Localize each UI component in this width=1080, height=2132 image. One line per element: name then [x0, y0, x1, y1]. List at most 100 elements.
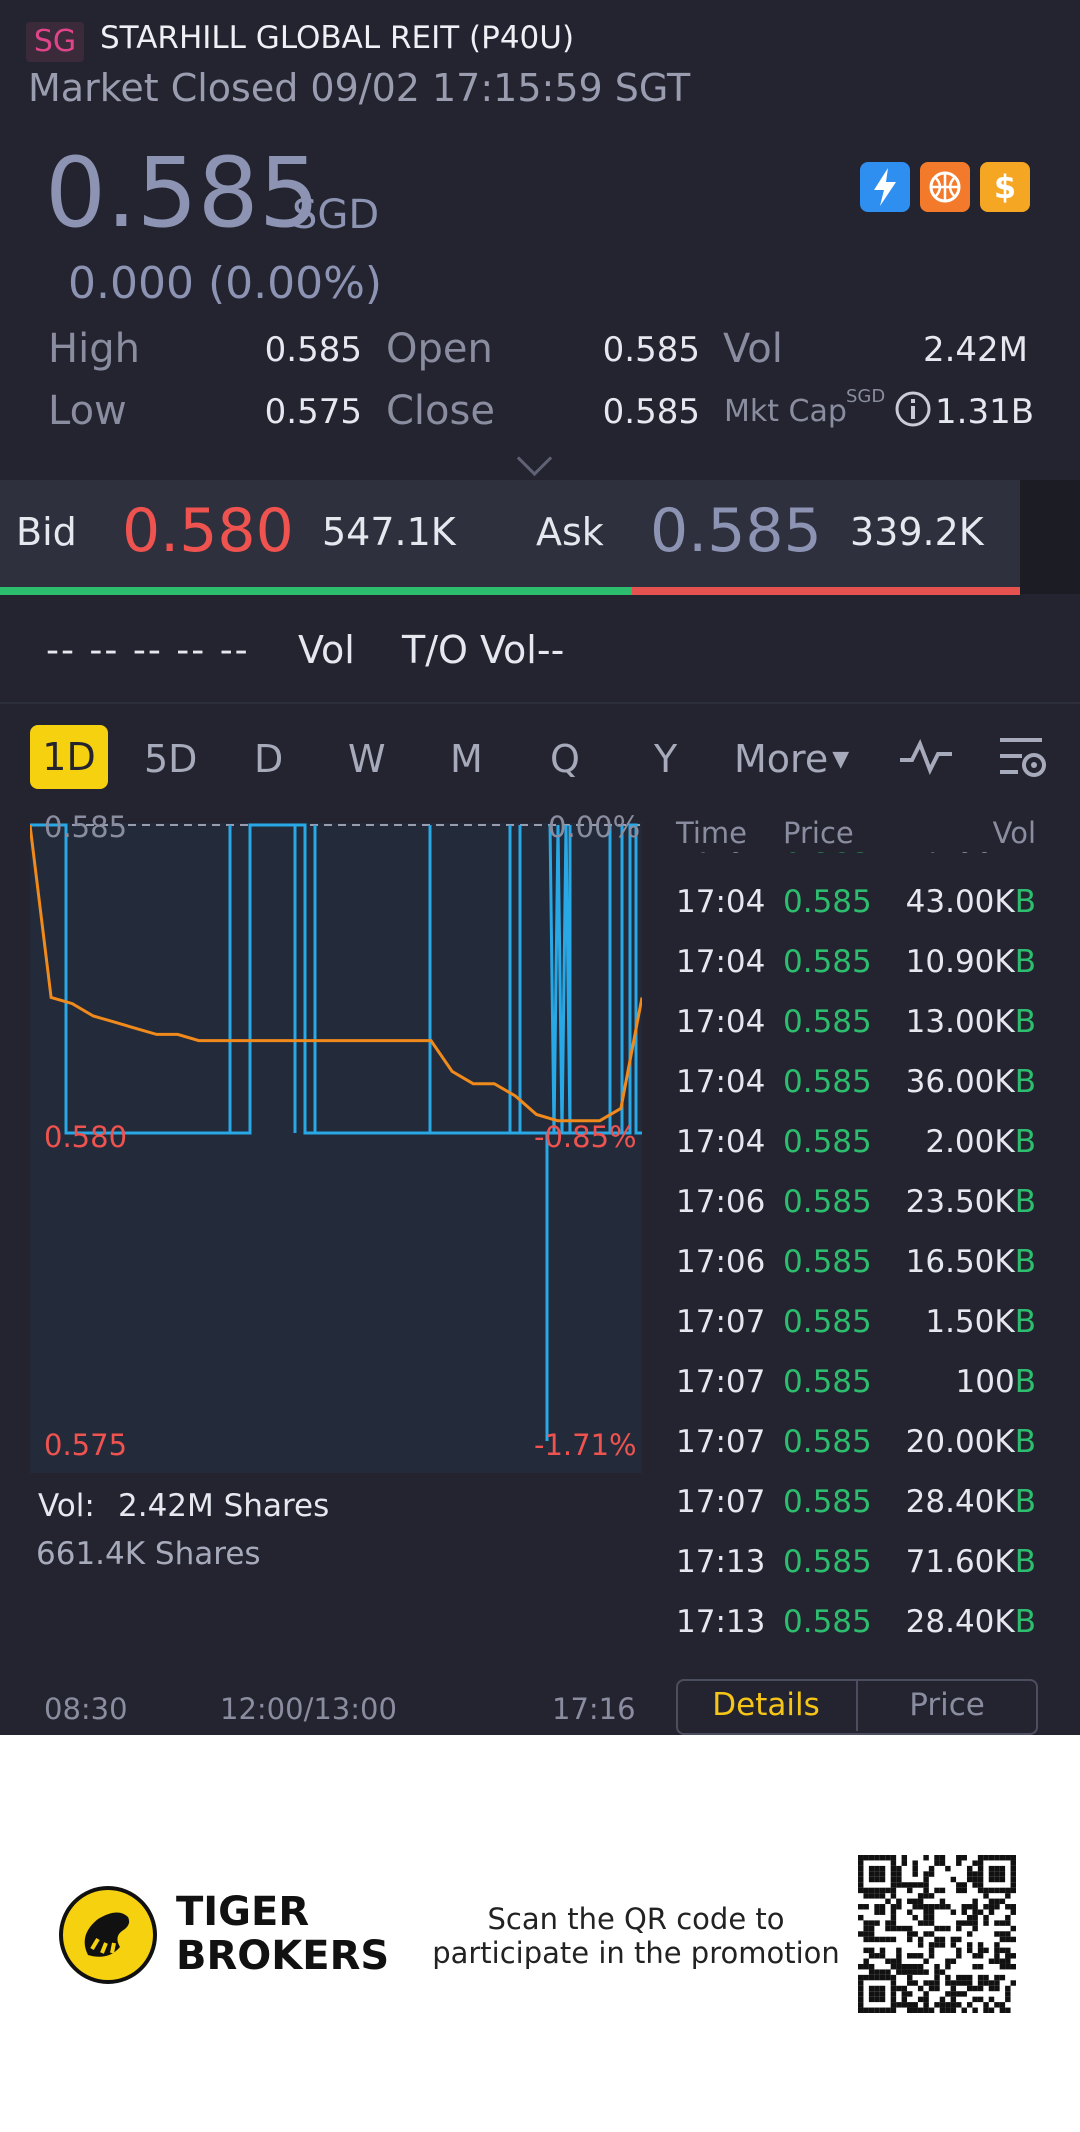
trade-row: 17:04 0.585 36.00KB	[676, 1064, 1036, 1104]
trade-time: 17:04	[676, 1124, 766, 1160]
trade-time: 17:04	[676, 1064, 766, 1100]
y-top-price: 0.585	[44, 810, 128, 844]
trade-vol: 28.40KB	[905, 1484, 1036, 1520]
x-mid-label: 12:00/13:00	[220, 1692, 397, 1726]
price-tab[interactable]: Price	[858, 1679, 1036, 1731]
trade-side: B	[1014, 1004, 1036, 1040]
trade-side: B	[1014, 1364, 1036, 1400]
tab-y[interactable]: Y	[654, 737, 677, 781]
trade-vol: 2.00KB	[925, 1124, 1036, 1160]
trade-side: B	[1014, 1484, 1036, 1520]
trade-vol: 36.00KB	[905, 1064, 1036, 1100]
trade-row: 17:04 0.585 13.00KB	[676, 1004, 1036, 1044]
bid-price: 0.580	[122, 496, 294, 566]
indicator-icon[interactable]	[898, 734, 954, 778]
y-top-pct: 0.00%	[548, 810, 641, 844]
mktcap-currency: SGD	[846, 386, 886, 407]
brand-line1: TIGER	[176, 1889, 310, 1935]
svg-text:$: $	[994, 168, 1016, 206]
to-vol-label: T/O Vol--	[402, 628, 565, 672]
tab-d[interactable]: D	[254, 737, 283, 781]
x-start-label: 08:30	[44, 1692, 128, 1726]
bid-size: 547.1K	[322, 510, 456, 554]
promo-line2: participate in the promotion	[432, 1936, 840, 1970]
info-icon[interactable]	[894, 390, 932, 428]
trade-side: B	[1014, 1124, 1036, 1160]
promo-line1: Scan the QR code to	[487, 1902, 785, 1936]
trade-row: 17:04 0.585 43.00KB	[676, 884, 1036, 924]
trade-time: 17:07	[676, 1304, 766, 1340]
low-value: 0.575	[264, 392, 362, 432]
trade-vol: 23.50KB	[905, 1184, 1036, 1220]
chart-settings-icon[interactable]	[996, 734, 1050, 782]
trade-row: 17:04 0.585 2.00KB	[676, 1124, 1036, 1164]
trade-row: 17:07 0.585 1.50KB	[676, 1304, 1036, 1344]
brand-line2: BROKERS	[176, 1933, 390, 1979]
stock-title: STARHILL GLOBAL REIT (P40U)	[100, 20, 575, 56]
trade-vol: 43.00KB	[905, 884, 1036, 920]
tab-5d[interactable]: 5D	[144, 737, 197, 781]
trade-row: 17:07 0.585 100B	[676, 1364, 1036, 1404]
mktcap-label: Mkt Cap	[724, 394, 847, 429]
low-label: Low	[48, 388, 127, 434]
tab-1d[interactable]: 1D	[30, 725, 108, 789]
tab-w[interactable]: W	[348, 737, 386, 781]
more-label: More	[734, 737, 829, 781]
trades-list[interactable]: 17:040.5857.00KB 17:040.58543.00KB 17:040.…	[0, 852, 1080, 1670]
trades-header-time: Time	[676, 816, 747, 850]
lightning-icon[interactable]	[860, 162, 910, 212]
caret-down-icon: ▼	[832, 747, 850, 772]
ask-size: 339.2K	[850, 510, 984, 554]
trade-vol: 7.00KB	[836, 852, 1036, 860]
bid-ask-side	[1020, 480, 1080, 594]
trade-row: 17:07 0.585 28.40KB	[676, 1484, 1036, 1524]
info-vol-label: Vol	[298, 628, 355, 672]
tiger-logo	[58, 1885, 158, 1985]
trade-time: 17:07	[676, 1424, 766, 1460]
trade-vol: 10.90KB	[905, 944, 1036, 980]
trade-time: 17:04	[676, 852, 765, 860]
price-change: 0.000 (0.00%)	[68, 258, 383, 309]
vol-value: 2.42M	[922, 330, 1028, 370]
trade-side: B	[1014, 1064, 1036, 1100]
trade-vol: 1.50KB	[925, 1304, 1036, 1340]
trade-time: 17:07	[676, 1364, 766, 1400]
trade-vol: 71.60KB	[905, 1544, 1036, 1580]
trade-time: 17:13	[676, 1604, 766, 1640]
trade-vol: 13.00KB	[905, 1004, 1036, 1040]
more-dropdown[interactable]: More ▼	[734, 737, 849, 781]
ask-price: 0.585	[650, 496, 822, 566]
market-status: Market Closed 09/02 17:15:59 SGT	[28, 66, 691, 110]
close-value: 0.585	[602, 392, 700, 432]
trade-side: B	[1014, 884, 1036, 920]
close-label: Close	[386, 388, 495, 434]
tab-m[interactable]: M	[450, 737, 483, 781]
trades-header-price: Price	[783, 816, 854, 850]
high-value: 0.585	[264, 330, 362, 370]
trade-time: 17:06	[676, 1184, 766, 1220]
mktcap-value: 1.31B	[935, 392, 1035, 432]
details-tab[interactable]: Details	[676, 1679, 858, 1731]
ask-label: Ask	[536, 510, 604, 554]
basketball-icon[interactable]	[920, 162, 970, 212]
trade-side: B	[1014, 1604, 1036, 1640]
trade-vol: 100B	[955, 1364, 1036, 1400]
market-badge: SG	[26, 22, 84, 62]
qr-code	[858, 1855, 1016, 2013]
trades-header-vol: Vol	[992, 816, 1036, 850]
trade-side: B	[1015, 852, 1036, 860]
trade-time: 17:07	[676, 1484, 766, 1520]
trade-row: 17:13 0.585 28.40KB	[676, 1604, 1036, 1644]
trade-vol: 20.00KB	[905, 1424, 1036, 1460]
bid-ratio-bar	[0, 587, 632, 595]
trade-time: 17:06	[676, 1244, 766, 1280]
trade-row: 17:04 0.585 10.90KB	[676, 944, 1036, 984]
trade-side: B	[1014, 1544, 1036, 1580]
price-currency: SGD	[292, 192, 380, 238]
trade-time: 17:04	[676, 884, 766, 920]
tab-q[interactable]: Q	[550, 737, 580, 781]
trade-vol: 16.50KB	[905, 1244, 1036, 1280]
trade-row: 17:040.5857.00KB	[676, 852, 1036, 864]
dollar-icon[interactable]: $	[980, 162, 1030, 212]
high-label: High	[48, 326, 140, 372]
